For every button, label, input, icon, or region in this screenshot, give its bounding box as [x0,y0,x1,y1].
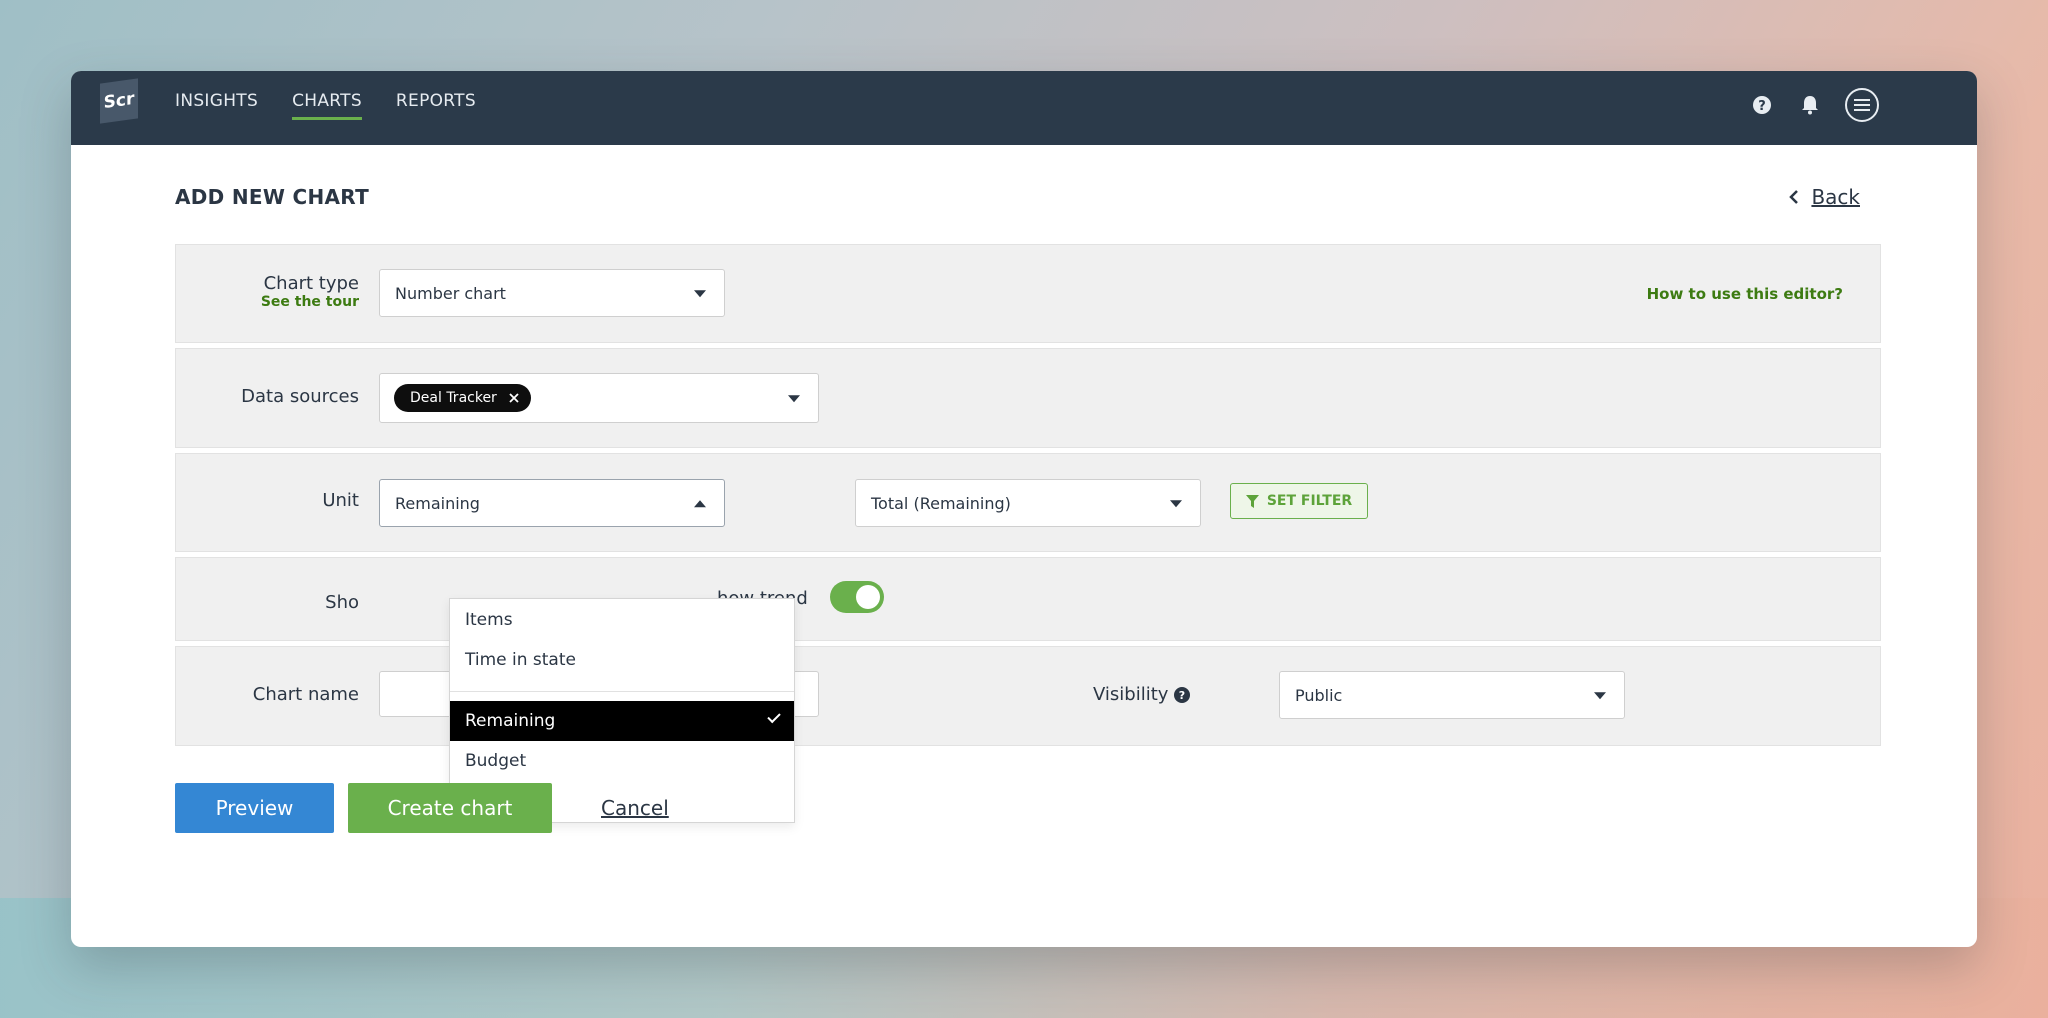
top-navigation-bar: Scr INSIGHTS CHARTS REPORTS ? [71,71,1977,145]
chevron-down-icon [1594,692,1606,700]
chevron-left-icon [1789,190,1799,204]
see-tour-link[interactable]: See the tour [261,294,359,310]
chart-type-row: Chart type See the tour Number chart How… [175,244,1881,343]
show-label: Sho [325,592,359,613]
back-link[interactable]: Back [1789,185,1860,209]
chart-type-select[interactable]: Number chart [379,269,725,317]
cancel-link[interactable]: Cancel [601,796,669,820]
unit-value: Remaining [395,493,480,513]
dropdown-divider [450,691,794,692]
main-nav: INSIGHTS CHARTS REPORTS [175,91,476,120]
chevron-up-icon [694,500,706,508]
visibility-value: Public [1295,685,1343,705]
aggregate-select[interactable]: Total (Remaining) [855,479,1201,527]
set-filter-label: SET FILTER [1266,493,1353,509]
svg-text:?: ? [1758,99,1766,114]
preview-button[interactable]: Preview [175,783,334,833]
chevron-down-icon [694,290,706,298]
page-title: ADD NEW CHART [175,185,370,209]
close-icon[interactable] [509,393,519,403]
topbar-icons: ? [1749,88,1879,122]
aggregate-value: Total (Remaining) [871,493,1011,513]
unit-option-remaining-label: Remaining [465,711,556,731]
app-logo[interactable]: Scr [100,78,138,124]
create-chart-button[interactable]: Create chart [348,783,552,833]
chevron-down-icon [1170,500,1182,508]
unit-option-items[interactable]: Items [450,600,794,640]
editor-help-link[interactable]: How to use this editor? [1647,285,1843,303]
back-label: Back [1811,185,1860,209]
notification-bell-icon[interactable] [1797,92,1823,118]
help-icon[interactable]: ? [1174,686,1191,703]
app-window: Scr INSIGHTS CHARTS REPORTS ? ADD NEW CH… [71,71,1977,947]
chart-name-row: Chart name Visibility ? Public [175,646,1881,746]
nav-charts[interactable]: CHARTS [292,91,362,120]
data-source-tag: Deal Tracker [394,384,531,412]
unit-select[interactable]: Remaining [379,479,725,527]
data-sources-label: Data sources [241,386,359,407]
chart-type-label: Chart type [263,273,359,294]
visibility-label-group: Visibility ? [1093,684,1191,705]
unit-row: Unit Remaining Total (Remaining) SET FIL… [175,453,1881,552]
svg-text:?: ? [1179,689,1185,702]
data-sources-row: Data sources Deal Tracker [175,348,1881,448]
chevron-down-icon [788,395,800,403]
help-icon[interactable]: ? [1749,92,1775,118]
show-row: Sho how trend [175,557,1881,641]
unit-option-time-in-state[interactable]: Time in state [450,640,794,680]
chart-type-label-group: Chart type See the tour [261,273,359,310]
nav-insights[interactable]: INSIGHTS [175,91,258,120]
unit-label: Unit [322,490,359,511]
set-filter-button[interactable]: SET FILTER [1230,483,1368,519]
show-trend-toggle[interactable] [830,581,884,613]
visibility-select[interactable]: Public [1279,671,1625,719]
unit-option-budget[interactable]: Budget [450,741,794,781]
data-sources-select[interactable]: Deal Tracker [379,373,819,423]
unit-option-remaining[interactable]: Remaining [450,701,794,741]
visibility-label: Visibility [1093,684,1169,705]
filter-icon [1245,494,1259,508]
chart-type-value: Number chart [395,283,506,303]
checkmark-icon [767,709,781,724]
hamburger-menu-icon[interactable] [1845,88,1879,122]
toggle-knob [856,585,880,609]
nav-reports[interactable]: REPORTS [396,91,476,120]
data-source-tag-label: Deal Tracker [410,390,497,406]
chart-name-label: Chart name [252,684,359,705]
